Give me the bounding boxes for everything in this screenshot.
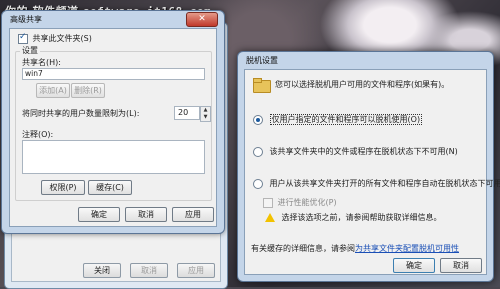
warning-icon (265, 213, 275, 222)
comment-label: 注释(O): (22, 130, 54, 139)
optimize-label: 进行性能优化(P) (277, 198, 337, 207)
user-limit-input[interactable]: 20 (174, 106, 200, 120)
optimize-checkbox-row[interactable]: 进行性能优化(P) (263, 197, 337, 208)
cancel-button[interactable]: 取消 (125, 207, 167, 222)
properties-cancel-button[interactable]: 取消 (130, 263, 168, 278)
option-not-available-radio[interactable] (253, 146, 263, 157)
option-not-available[interactable]: 该共享文件夹中的文件或程序在脱机状态下不可用(N) (253, 146, 458, 157)
option-user-specified-radio[interactable] (253, 114, 263, 125)
user-limit-spinner[interactable]: ▲ ▼ (200, 106, 211, 122)
spinner-up-icon[interactable]: ▲ (201, 107, 210, 114)
add-share-button[interactable]: 添加(A) (36, 83, 70, 98)
close-button[interactable]: ✕ (186, 12, 218, 27)
share-name-input[interactable]: win7 (22, 68, 205, 80)
optimize-checkbox[interactable] (263, 197, 273, 208)
share-folder-label: 共享此文件夹(S) (32, 34, 92, 43)
properties-close-button[interactable]: 关闭 (83, 263, 121, 278)
cache-info-link[interactable]: 为共享文件夹配置脱机可用性 (355, 244, 459, 253)
user-limit-value: 20 (178, 108, 189, 117)
share-name-label: 共享名(H): (22, 58, 61, 67)
share-folder-checkbox-row[interactable]: 共享此文件夹(S) (18, 32, 92, 44)
properties-apply-button[interactable]: 应用 (177, 263, 215, 278)
apply-button[interactable]: 应用 (172, 207, 214, 222)
permissions-button[interactable]: 权限(P) (41, 180, 85, 195)
offline-settings-dialog: 脱机设置 您可以选择脱机用户可用的文件和程序(如果有)。 仅用户指定的文件和程序… (237, 51, 500, 282)
option-auto-available-radio[interactable] (253, 178, 263, 189)
settings-group-label: 设置 (20, 45, 40, 56)
option-user-specified[interactable]: 仅用户指定的文件和程序可以脱机使用(O) (253, 114, 423, 125)
advanced-sharing-dialog: 高级共享 ✕ 共享此文件夹(S) 设置 共享名(H): win7 添加(A) 删… (1, 10, 225, 234)
intro-text: 您可以选择脱机用户可用的文件和程序(如果有)。 (275, 80, 450, 89)
dialog-title: 高级共享 (10, 15, 42, 24)
dialog-client-area: 您可以选择脱机用户可用的文件和程序(如果有)。 仅用户指定的文件和程序可以脱机使… (244, 69, 500, 275)
user-limit-label: 将同时共享的用户数量限制为(L): (22, 109, 140, 118)
dialog-title: 脱机设置 (246, 56, 278, 65)
ok-button[interactable]: 确定 (393, 258, 435, 273)
remove-share-button[interactable]: 删除(R) (71, 83, 105, 98)
cache-info-text: 有关缓存的详细信息，请参阅 (251, 244, 355, 253)
dialog-client-area: 共享此文件夹(S) 设置 共享名(H): win7 添加(A) 删除(R) 将同… (9, 28, 217, 227)
warning-text: 选择该选项之前，请参阅帮助获取详细信息。 (281, 213, 442, 222)
option-user-specified-label: 仅用户指定的文件和程序可以脱机使用(O) (269, 114, 423, 125)
option-not-available-label: 该共享文件夹中的文件或程序在脱机状态下不可用(N) (269, 147, 458, 156)
warning-row: 选择该选项之前，请参阅帮助获取详细信息。 (265, 212, 442, 223)
spinner-down-icon[interactable]: ▼ (201, 114, 210, 121)
option-auto-available[interactable]: 用户从该共享文件夹打开的所有文件和程序自动在脱机状态下可用(A) (253, 178, 500, 189)
share-name-value: win7 (25, 69, 43, 78)
comment-textarea[interactable] (22, 140, 205, 174)
shared-folder-icon (253, 78, 271, 93)
option-auto-available-label: 用户从该共享文件夹打开的所有文件和程序自动在脱机状态下可用(A) (269, 179, 500, 188)
cancel-button[interactable]: 取消 (440, 258, 482, 273)
share-folder-checkbox[interactable] (18, 32, 28, 44)
caching-button[interactable]: 缓存(C) (88, 180, 132, 195)
ok-button[interactable]: 确定 (78, 207, 120, 222)
cache-info-row: 有关缓存的详细信息，请参阅为共享文件夹配置脱机可用性 (251, 243, 459, 254)
